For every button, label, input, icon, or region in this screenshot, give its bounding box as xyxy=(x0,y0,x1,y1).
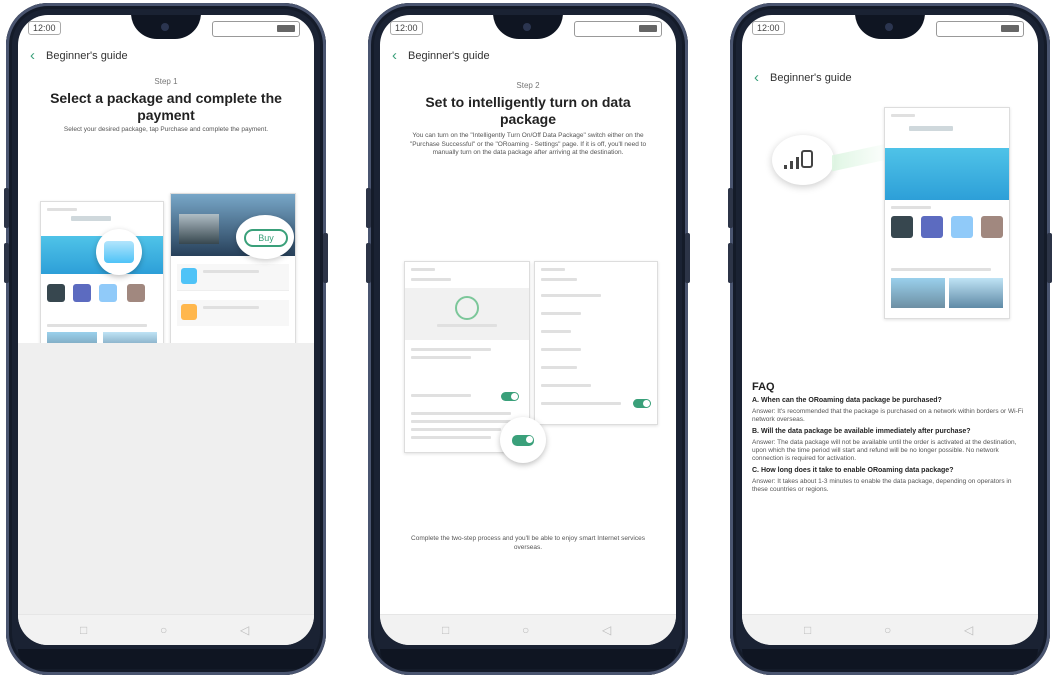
screen-2: 12:00 ‹ Beginner's guide Step 2 Set to i… xyxy=(380,15,676,645)
status-time: 12:00 xyxy=(28,21,61,35)
step-number: Step 1 xyxy=(154,77,178,86)
faq-answer: Answer: The data package will not be ava… xyxy=(752,438,1017,463)
app-bar: ‹ Beginner's guide xyxy=(18,45,314,69)
back-icon[interactable]: ‹ xyxy=(30,47,35,64)
signal-icon xyxy=(784,150,813,169)
recents-icon[interactable]: □ xyxy=(442,623,449,637)
home-icon[interactable]: ○ xyxy=(884,623,891,637)
nav-bar: □ ○ ◁ xyxy=(380,614,676,645)
signal-bubble xyxy=(772,135,834,185)
empty-area xyxy=(18,343,314,615)
step-headline: Set to intelligently turn on data packag… xyxy=(425,94,631,127)
status-time: 12:00 xyxy=(390,21,423,35)
faq-question: A. When can the ORoaming data package be… xyxy=(752,397,942,404)
buy-button[interactable]: Buy xyxy=(244,229,288,247)
battery-icon xyxy=(574,21,662,37)
faq-question: C. How long does it take to enable ORoam… xyxy=(752,467,954,475)
bubble-connector xyxy=(832,142,892,172)
nav-bar: □ ○ ◁ xyxy=(742,614,1038,645)
settings-mock-image xyxy=(534,261,658,425)
home-icon[interactable]: ○ xyxy=(160,623,167,637)
guide-step-2: Step 2 Set to intelligently turn on data… xyxy=(380,75,676,160)
back-nav-icon[interactable]: ◁ xyxy=(240,623,249,637)
store-mock-image xyxy=(40,201,164,361)
step-headline: Select a package and complete the paymen… xyxy=(50,90,282,123)
recents-icon[interactable]: □ xyxy=(804,623,811,637)
faq-title: FAQ xyxy=(752,381,775,393)
magnifier-circle xyxy=(96,229,142,275)
back-icon[interactable]: ‹ xyxy=(754,69,759,86)
phone-2: 12:00 ‹ Beginner's guide Step 2 Set to i… xyxy=(366,3,690,675)
step-description: You can turn on the "Intelligently Turn … xyxy=(409,132,647,156)
step-description: Select your desired package, tap Purchas… xyxy=(63,126,269,133)
nav-bar: □ ○ ◁ xyxy=(18,614,314,645)
home-icon[interactable]: ○ xyxy=(522,623,529,637)
faq-question: B. Will the data package be available im… xyxy=(752,428,971,436)
step-footer: Complete the two-step process and you'll… xyxy=(411,535,645,551)
screen-3: 12:00 ‹ Beginner's guide FAQ A. When can… xyxy=(742,15,1038,645)
phone-1: 12:00 ‹ Beginner's guide Step 1 Select a… xyxy=(4,3,328,675)
page-title: Beginner's guide xyxy=(408,50,490,62)
back-nav-icon[interactable]: ◁ xyxy=(602,623,611,637)
faq-answer: Answer: It's recommended that the packag… xyxy=(752,407,1024,423)
faq-section: FAQ A. When can the ORoaming data packag… xyxy=(742,381,1038,499)
back-icon[interactable]: ‹ xyxy=(392,47,397,64)
app-bar: ‹ Beginner's guide xyxy=(742,67,1038,91)
page-title: Beginner's guide xyxy=(46,50,128,62)
toggle-magnifier xyxy=(500,417,546,463)
recents-icon[interactable]: □ xyxy=(80,623,87,637)
status-time: 12:00 xyxy=(752,21,785,35)
faq-answer: Answer: It takes about 1-3 minutes to en… xyxy=(752,477,1012,494)
battery-icon xyxy=(212,21,300,37)
guide-step-1: Step 1 Select a package and complete the… xyxy=(18,71,314,137)
back-nav-icon[interactable]: ◁ xyxy=(964,623,973,637)
battery-icon xyxy=(936,21,1024,37)
step-number: Step 2 xyxy=(516,81,540,90)
phone-3: 12:00 ‹ Beginner's guide FAQ A. When can… xyxy=(728,3,1052,675)
app-bar: ‹ Beginner's guide xyxy=(380,45,676,69)
page-title: Beginner's guide xyxy=(770,72,852,84)
store-mock-image xyxy=(884,107,1010,319)
screen-1: 12:00 ‹ Beginner's guide Step 1 Select a… xyxy=(18,15,314,645)
